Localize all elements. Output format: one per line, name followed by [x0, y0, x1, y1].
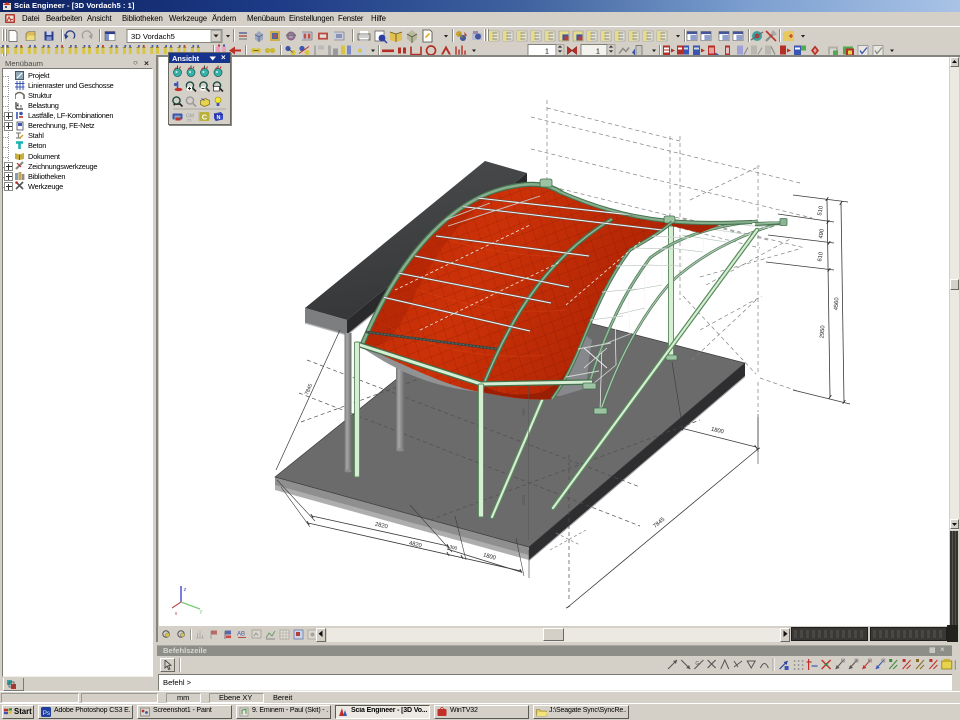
svg-text:7845: 7845: [652, 517, 666, 530]
svg-text:AB: AB: [237, 632, 245, 638]
svg-text:2950: 2950: [820, 325, 827, 338]
svg-text:G: G: [695, 661, 699, 667]
svg-text:N: N: [217, 115, 221, 121]
svg-text:510: 510: [817, 206, 825, 217]
svg-text:450: 450: [521, 408, 526, 416]
svg-text:x: x: [175, 611, 178, 617]
svg-text:4560: 4560: [834, 297, 841, 310]
svg-text:2000: 2000: [521, 494, 526, 505]
svg-text:z: z: [184, 587, 187, 593]
svg-text:2820: 2820: [374, 522, 388, 531]
svg-text:490: 490: [818, 229, 826, 240]
svg-text:3D Vordach5: 3D Vordach5: [131, 32, 175, 41]
svg-text:610: 610: [817, 252, 825, 263]
svg-text:C: C: [202, 112, 208, 121]
svg-text:y: y: [200, 609, 203, 615]
svg-text:1800: 1800: [710, 427, 724, 436]
svg-text:Ps: Ps: [43, 710, 51, 717]
svg-text:4820: 4820: [408, 541, 422, 550]
svg-text:25: 25: [187, 118, 192, 123]
